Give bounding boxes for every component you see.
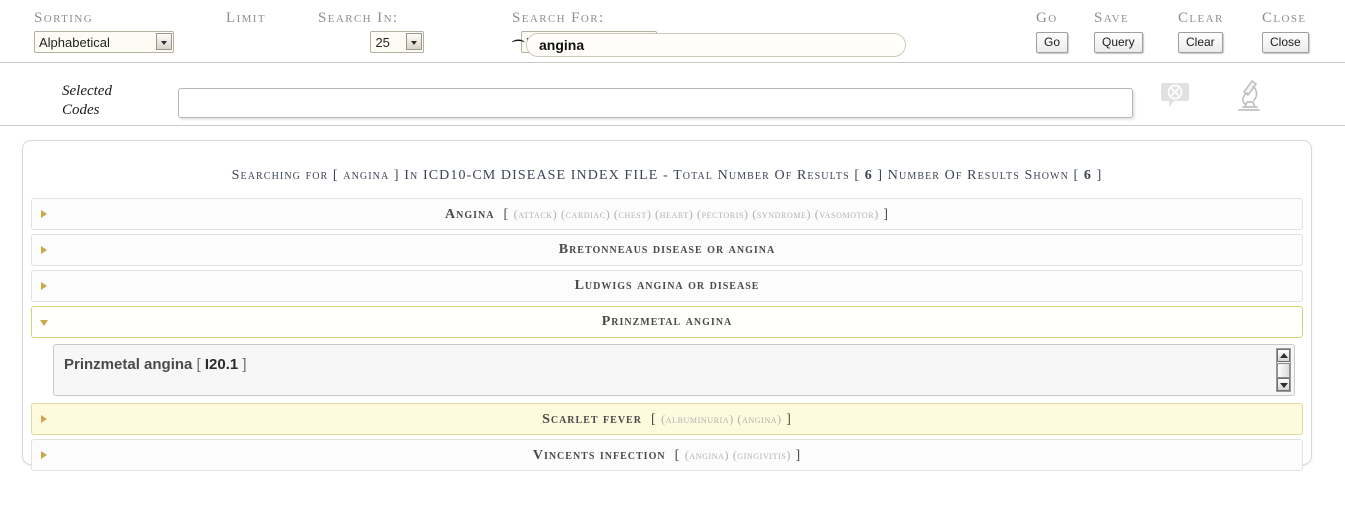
- results-header-suffix: ]: [1092, 168, 1103, 183]
- result-term: Prinzmetal angina: [601, 314, 733, 329]
- result-row[interactable]: Bretonneaus disease or angina: [31, 234, 1303, 266]
- result-synonyms: (attack) (cardiac) (chest) (heart) (pect…: [513, 207, 879, 221]
- result-synonyms: (albuminuria) (angina): [661, 412, 782, 426]
- chevron-right-icon: [41, 415, 47, 423]
- clear-button[interactable]: Clear: [1178, 32, 1223, 53]
- selected-codes-label: Selected Codes: [62, 82, 112, 120]
- detail-entry[interactable]: Prinzmetal angina [ I20.1 ]: [64, 356, 247, 373]
- results-header-prefix: Searching for [ angina ] In ICD10-CM DIS…: [231, 168, 865, 183]
- limit-label: Limit: [226, 10, 266, 26]
- bracket-open: [: [670, 448, 685, 463]
- sorting-label: Sorting: [34, 10, 94, 26]
- detail-code: I20.1: [204, 356, 239, 373]
- results-panel: Searching for [ angina ] In ICD10-CM DIS…: [22, 140, 1312, 471]
- results-shown-count: 6: [1083, 168, 1092, 183]
- save-label: Save: [1094, 10, 1130, 26]
- detail-scrollbar[interactable]: [1276, 348, 1291, 392]
- result-term: Vincents infection: [532, 448, 666, 463]
- go-label: Go: [1036, 10, 1058, 26]
- sorting-select[interactable]: Alphabetical: [34, 31, 174, 53]
- chevron-right-icon: [41, 210, 47, 218]
- microscope-icon[interactable]: [1234, 78, 1264, 117]
- limit-select[interactable]: 25: [370, 31, 425, 53]
- bracket-close: ]: [878, 207, 889, 222]
- search-in-label: Search In:: [318, 10, 399, 26]
- search-input[interactable]: [526, 33, 906, 57]
- bracket-close: ]: [781, 412, 792, 427]
- bracket-close: ]: [791, 448, 802, 463]
- selected-codes-label-line1: Selected: [62, 83, 112, 99]
- text-cursor-icon: ⌢: [510, 32, 526, 49]
- result-row[interactable]: Vincents infection [ (angina) (gingiviti…: [31, 439, 1303, 471]
- close-button[interactable]: Close: [1262, 32, 1309, 53]
- results-header: Searching for [ angina ] In ICD10-CM DIS…: [23, 168, 1311, 184]
- sorting-select-wrap: Alphabetical: [34, 31, 174, 53]
- result-row-title: Angina [ (attack) (cardiac) (chest) (hea…: [32, 199, 1302, 230]
- close-label: Close: [1262, 10, 1307, 26]
- detail-bracket-close: ]: [238, 356, 247, 373]
- clear-label: Clear: [1178, 10, 1224, 26]
- detail-bracket-open: [: [192, 356, 205, 373]
- result-row-expanded[interactable]: Prinzmetal angina: [31, 306, 1303, 338]
- results-list: Angina [ (attack) (cardiac) (chest) (hea…: [31, 198, 1303, 471]
- selected-codes-input[interactable]: [178, 88, 1133, 118]
- result-row-highlighted[interactable]: Scarlet fever [ (albuminuria) (angina) ]: [31, 403, 1303, 435]
- chevron-right-icon: [41, 282, 47, 290]
- result-row-title: Vincents infection [ (angina) (gingiviti…: [32, 440, 1302, 471]
- chevron-down-icon: [40, 320, 48, 326]
- results-total-count: 6: [864, 168, 873, 183]
- selected-codes-label-line2: Codes: [62, 102, 100, 118]
- result-row-title: Scarlet fever [ (albuminuria) (angina) ]: [32, 404, 1302, 435]
- search-for-label: Search For:: [512, 10, 605, 26]
- bracket-open: [: [646, 412, 662, 427]
- clear-codes-icon[interactable]: [1160, 80, 1190, 115]
- scrollbar-thumb[interactable]: [1277, 363, 1290, 378]
- limit-select-wrap: 25: [370, 31, 425, 53]
- save-query-button[interactable]: Query: [1094, 32, 1143, 53]
- chevron-right-icon: [41, 246, 47, 254]
- icd10-search-window: Sorting Limit Search In: Search For: Go …: [0, 0, 1345, 522]
- scroll-down-icon[interactable]: [1277, 378, 1290, 391]
- results-header-middle: ] Number Of Results Shown [: [872, 168, 1084, 183]
- result-row-title: Ludwigs angina or disease: [32, 271, 1302, 301]
- result-term: Bretonneaus disease or angina: [558, 242, 776, 257]
- result-term: Scarlet fever: [542, 412, 642, 427]
- result-row[interactable]: Ludwigs angina or disease: [31, 270, 1303, 302]
- result-term: Ludwigs angina or disease: [574, 278, 760, 293]
- result-detail-panel: Prinzmetal angina [ I20.1 ]: [53, 344, 1295, 396]
- result-row-title: Bretonneaus disease or angina: [32, 235, 1302, 265]
- chevron-right-icon: [41, 451, 47, 459]
- detail-term: Prinzmetal angina: [64, 356, 193, 373]
- result-row[interactable]: Angina [ (attack) (cardiac) (chest) (hea…: [31, 198, 1303, 230]
- result-row-title: Prinzmetal angina: [32, 307, 1302, 337]
- scroll-up-icon[interactable]: [1277, 349, 1290, 362]
- go-button[interactable]: Go: [1036, 32, 1069, 53]
- search-toolbar: Sorting Limit Search In: Search For: Go …: [0, 0, 1345, 63]
- bracket-open: [: [498, 207, 514, 222]
- result-synonyms: (angina) (gingivitis): [684, 448, 791, 462]
- result-term: Angina: [444, 207, 495, 222]
